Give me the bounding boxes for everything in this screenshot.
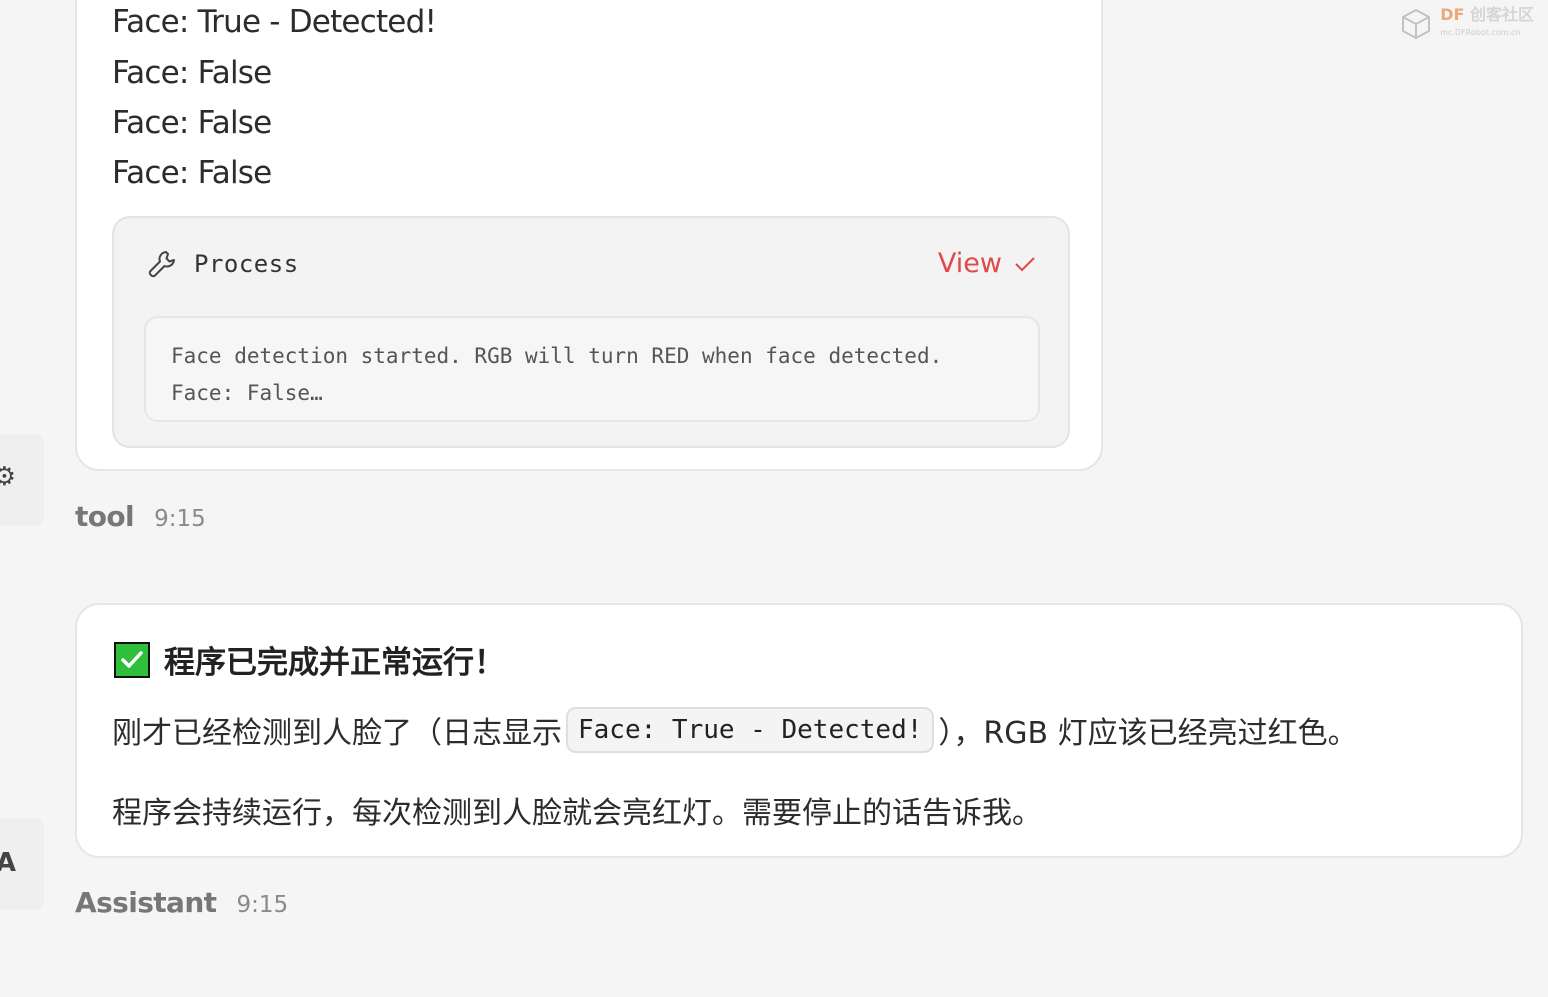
output-line: Face: False… (171, 381, 323, 405)
log-line: Face: False (112, 105, 272, 141)
log-line: Face: True - Detected! (112, 4, 437, 40)
log-line: Face: False (112, 155, 272, 191)
tool-avatar: ⚙ (0, 434, 44, 526)
wrench-icon (148, 251, 175, 278)
heading-text: 程序已完成并正常运行！ (164, 645, 505, 681)
gear-icon: ⚙ (0, 462, 16, 492)
message-heading: 程序已完成并正常运行！ (114, 637, 505, 682)
watermark-logo-icon (1402, 8, 1431, 40)
inline-code: Face: True - Detected! (566, 707, 935, 753)
message-paragraph: 刚才已经检测到人脸了（日志显示 Face: True - Detected! ）… (112, 707, 1358, 753)
watermark-text: DF 创客社区 mc.DFRobot.com.cn (1440, 5, 1534, 38)
sender-name: tool (75, 500, 135, 533)
sender-name: Assistant (75, 886, 217, 919)
assistant-message-meta: Assistant 9:15 (75, 886, 288, 919)
process-output: Face detection started. RGB will turn RE… (144, 316, 1040, 422)
timestamp: 9:15 (236, 892, 289, 918)
tool-message-card: Face: True - Detected! Face: False Face:… (75, 0, 1103, 471)
paragraph-text: ），RGB 灯应该已经亮过红色。 (938, 716, 1358, 751)
view-label: View (937, 248, 1002, 279)
check-mark-icon (114, 641, 150, 678)
assistant-message-card: 程序已完成并正常运行！ 刚才已经检测到人脸了（日志显示 Face: True -… (75, 603, 1523, 858)
message-paragraph: 程序会持续运行，每次检测到人脸就会亮红灯。需要停止的话告诉我。 (112, 796, 1042, 831)
process-panel: Process View Face detection started. RGB… (112, 216, 1070, 448)
watermark: DF 创客社区 mc.DFRobot.com.cn (1398, 6, 1534, 42)
process-title: Process (194, 250, 299, 278)
timestamp: 9:15 (154, 506, 206, 532)
output-line: Face detection started. RGB will turn RE… (171, 344, 943, 368)
assistant-avatar: A (0, 818, 44, 910)
assistant-avatar-letter: A (0, 848, 16, 878)
paragraph-text: 刚才已经检测到人脸了（日志显示 (112, 716, 562, 751)
chevron-check-icon (1015, 256, 1035, 271)
log-line: Face: False (112, 55, 272, 91)
process-header: Process (146, 246, 299, 282)
tool-message-meta: tool 9:15 (75, 500, 206, 533)
view-toggle-button[interactable]: View (938, 248, 1038, 279)
